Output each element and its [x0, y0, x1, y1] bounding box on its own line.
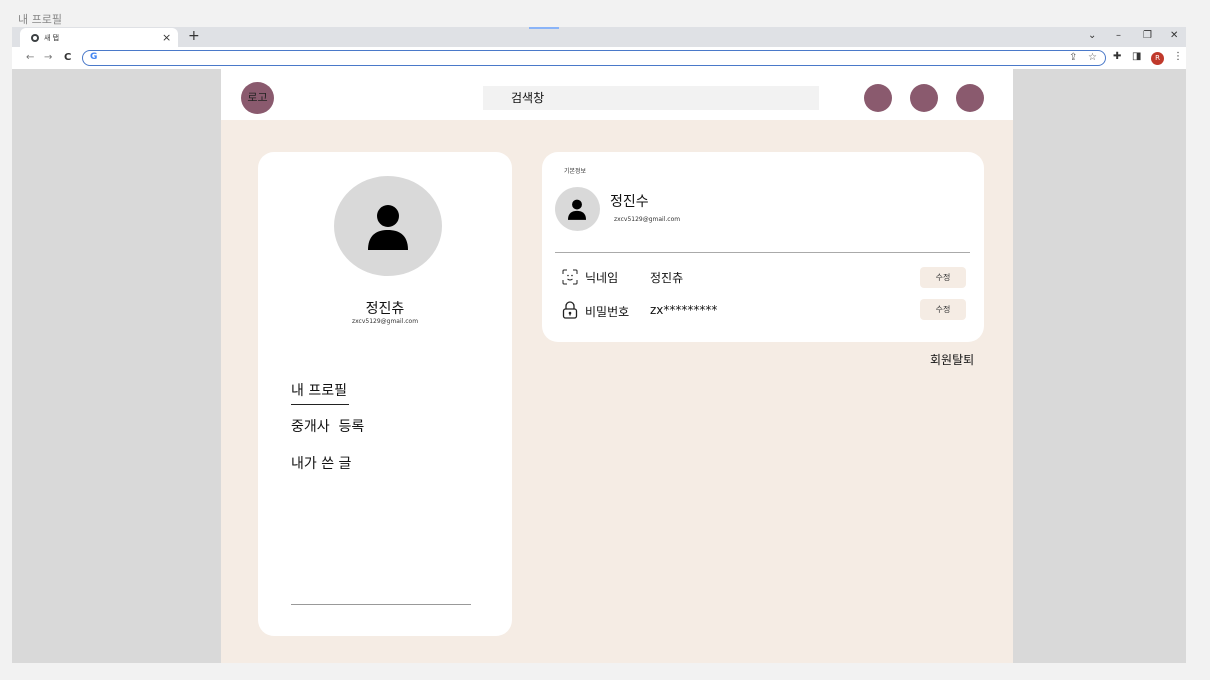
info-email: zxcv5129@gmail.com [614, 216, 681, 223]
password-value: zx********* [650, 303, 718, 317]
menu-agent-register[interactable]: 중개사 등록 [291, 416, 364, 436]
basic-info-card: 기본정보 정진수 zxcv5129@gmail.com 닉네임 정진츄 수정 비… [542, 152, 984, 342]
back-button[interactable]: ← [26, 52, 34, 63]
new-tab-button[interactable]: + [188, 28, 200, 44]
tab-title: 새 탭 [44, 34, 60, 42]
tab-new-tab[interactable]: 새 탭 × [20, 28, 178, 47]
page-viewport: 로고 검색창 정진츄 zxcv5129@gmail.com 내 프로필 중개사 … [12, 69, 1186, 663]
nickname-label: 닉네임 [585, 271, 619, 285]
site-page: 로고 검색창 정진츄 zxcv5129@gmail.com 내 프로필 중개사 … [221, 69, 1013, 663]
withdraw-link[interactable]: 회원탈퇴 [930, 351, 974, 368]
password-label: 비밀번호 [585, 305, 630, 319]
active-menu-underline [291, 404, 349, 405]
browser-toolbar: ← → C G ⇪ ☆ ✚ ◨ R ⋮ [12, 47, 1186, 69]
info-avatar [555, 187, 600, 231]
minimize-button[interactable]: – [1116, 30, 1121, 41]
lock-icon [562, 301, 578, 319]
person-icon [368, 205, 408, 250]
search-input[interactable]: 검색창 [483, 86, 819, 110]
browser-menu-button[interactable]: ⋮ [1173, 51, 1183, 62]
share-icon[interactable]: ⇪ [1069, 52, 1077, 63]
profile-sidebar-card: 정진츄 zxcv5129@gmail.com 내 프로필 중개사 등록 내가 쓴… [258, 152, 512, 636]
logo-button[interactable]: 로고 [241, 82, 274, 114]
edit-password-button[interactable]: 수정 [920, 299, 966, 320]
sidepanel-icon[interactable]: ◨ [1132, 51, 1141, 62]
tab-strip: 새 탭 × + ⌄ – ❐ ✕ [12, 27, 1186, 47]
menu-my-posts[interactable]: 내가 쓴 글 [291, 453, 351, 473]
nickname-value: 정진츄 [650, 271, 684, 285]
extensions-icon[interactable]: ✚ [1113, 51, 1121, 62]
profile-avatar[interactable]: R [1151, 52, 1164, 65]
profile-email: zxcv5129@gmail.com [351, 318, 419, 325]
forward-button[interactable]: → [44, 52, 52, 63]
profile-name: 정진츄 [365, 301, 405, 317]
profile-avatar-large [334, 176, 442, 276]
info-name: 정진수 [610, 194, 649, 210]
close-window-button[interactable]: ✕ [1170, 30, 1178, 41]
header-menu-button-3[interactable] [956, 84, 984, 112]
info-divider [555, 252, 970, 253]
chrome-icon [31, 34, 39, 42]
address-bar[interactable]: G ⇪ ☆ [82, 50, 1106, 66]
sidebar-divider [291, 604, 471, 605]
header-menu-button-1[interactable] [864, 84, 892, 112]
tab-close-button[interactable]: × [162, 31, 171, 44]
tab-search-button[interactable]: ⌄ [1088, 30, 1096, 41]
face-scan-icon [562, 269, 578, 285]
window-caption: 내 프로필 [18, 13, 62, 26]
restore-button[interactable]: ❐ [1143, 30, 1152, 41]
section-label: 기본정보 [564, 168, 587, 175]
menu-my-profile[interactable]: 내 프로필 [291, 380, 347, 400]
google-icon: G [90, 52, 98, 62]
edit-nickname-button[interactable]: 수정 [920, 267, 966, 288]
header-menu-button-2[interactable] [910, 84, 938, 112]
person-icon [568, 199, 586, 220]
tab-strip-indicator [529, 27, 559, 29]
browser-window: 새 탭 × + ⌄ – ❐ ✕ ← → C G ⇪ ☆ ✚ ◨ R ⋮ 로고 검… [12, 27, 1186, 663]
star-icon[interactable]: ☆ [1088, 52, 1097, 63]
reload-button[interactable]: C [64, 52, 71, 63]
site-header: 로고 검색창 [221, 69, 1013, 120]
